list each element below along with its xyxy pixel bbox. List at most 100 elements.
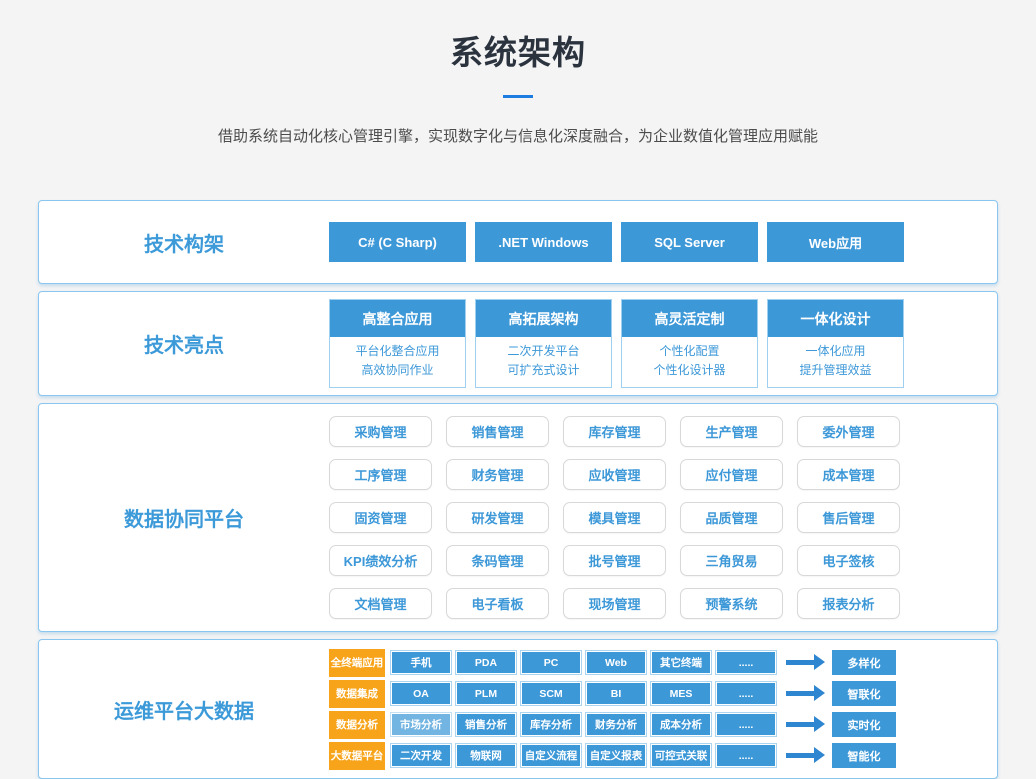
row-item: MES [651, 682, 711, 705]
module-chip: 销售管理 [446, 416, 549, 447]
section-bigdata: 运维平台大数据 全终端应用 手机 PDA PC Web 其它终端 ..... 多… [38, 639, 998, 779]
module-chip: 财务管理 [446, 459, 549, 490]
bigdata-row-integration: 数据集成 OA PLM SCM BI MES ..... 智联化 [329, 679, 896, 708]
section-highlights: 技术亮点 高整合应用 平台化整合应用 高效协同作业 高拓展架构 二次开发平台 可… [38, 291, 998, 396]
module-chip: 采购管理 [329, 416, 432, 447]
card-line: 平台化整合应用 [330, 342, 465, 361]
highlight-card: 高整合应用 平台化整合应用 高效协同作业 [329, 299, 466, 388]
card-header: 一体化设计 [768, 300, 903, 337]
module-grid: 采购管理 销售管理 库存管理 生产管理 委外管理 工序管理 财务管理 应收管理 … [329, 404, 900, 631]
module-chip: 工序管理 [329, 459, 432, 490]
row-result-label: 智联化 [832, 681, 896, 706]
module-chip: 模具管理 [563, 502, 666, 533]
row-item: 自定义流程 [521, 744, 581, 767]
module-chip: 电子签核 [797, 545, 900, 576]
row-result-label: 多样化 [832, 650, 896, 675]
bigdata-rows: 全终端应用 手机 PDA PC Web 其它终端 ..... 多样化 数据集成 … [329, 640, 896, 778]
card-header: 高整合应用 [330, 300, 465, 337]
module-chip: 生产管理 [680, 416, 783, 447]
bigdata-row-terminals: 全终端应用 手机 PDA PC Web 其它终端 ..... 多样化 [329, 648, 896, 677]
module-chip: 应付管理 [680, 459, 783, 490]
arrow-right-icon [786, 660, 814, 665]
row-item: BI [586, 682, 646, 705]
row-item-ellipsis: ..... [716, 682, 776, 705]
row-item: 库存分析 [521, 713, 581, 736]
card-line: 提升管理效益 [768, 361, 903, 380]
module-chip: 委外管理 [797, 416, 900, 447]
module-chip: KPI绩效分析 [329, 545, 432, 576]
module-chip: 文档管理 [329, 588, 432, 619]
row-item-ellipsis: ..... [716, 651, 776, 674]
module-chip: 现场管理 [563, 588, 666, 619]
section-platform: 数据协同平台 采购管理 销售管理 库存管理 生产管理 委外管理 工序管理 财务管… [38, 403, 998, 632]
row-category-label: 数据集成 [329, 680, 385, 708]
module-chip: 预警系统 [680, 588, 783, 619]
row-category-label: 全终端应用 [329, 649, 385, 677]
tech-item-sqlserver: SQL Server [621, 222, 758, 262]
row-result-label: 智能化 [832, 743, 896, 768]
card-line: 个性化配置 [622, 342, 757, 361]
row-item-ellipsis: ..... [716, 713, 776, 736]
tech-stack-items: C# (C Sharp) .NET Windows SQL Server Web… [329, 201, 904, 283]
row-item: 成本分析 [651, 713, 711, 736]
module-chip: 电子看板 [446, 588, 549, 619]
section-title-tech-stack: 技术构架 [39, 228, 329, 257]
module-chip: 成本管理 [797, 459, 900, 490]
row-category-label: 数据分析 [329, 711, 385, 739]
bigdata-row-analysis: 数据分析 市场分析 销售分析 库存分析 财务分析 成本分析 ..... 实时化 [329, 710, 896, 739]
page-header: 系统架构 借助系统自动化核心管理引擎，实现数字化与信息化深度融合，为企业数值化管… [0, 0, 1036, 146]
row-result-label: 实时化 [832, 712, 896, 737]
module-chip: 品质管理 [680, 502, 783, 533]
title-underline [503, 95, 533, 98]
module-chip: 条码管理 [446, 545, 549, 576]
section-title-bigdata: 运维平台大数据 [39, 695, 329, 724]
tech-item-web: Web应用 [767, 222, 904, 262]
bigdata-row-platform: 大数据平台 二次开发 物联网 自定义流程 自定义报表 可控式关联 ..... 智… [329, 741, 896, 770]
row-item: 手机 [391, 651, 451, 674]
card-line: 一体化应用 [768, 342, 903, 361]
row-item: PDA [456, 651, 516, 674]
highlight-cards: 高整合应用 平台化整合应用 高效协同作业 高拓展架构 二次开发平台 可扩充式设计… [329, 292, 904, 395]
section-title-platform: 数据协同平台 [39, 503, 329, 532]
module-chip: 研发管理 [446, 502, 549, 533]
arrow-right-icon [786, 722, 814, 727]
row-item-ellipsis: ..... [716, 744, 776, 767]
row-item: 市场分析 [391, 713, 451, 736]
section-tech-stack: 技术构架 C# (C Sharp) .NET Windows SQL Serve… [38, 200, 998, 284]
module-chip: 批号管理 [563, 545, 666, 576]
row-item: 财务分析 [586, 713, 646, 736]
card-header: 高灵活定制 [622, 300, 757, 337]
card-line: 个性化设计器 [622, 361, 757, 380]
tech-item-dotnet: .NET Windows [475, 222, 612, 262]
module-chip: 应收管理 [563, 459, 666, 490]
page-subtitle: 借助系统自动化核心管理引擎，实现数字化与信息化深度融合，为企业数值化管理应用赋能 [0, 125, 1036, 146]
card-header: 高拓展架构 [476, 300, 611, 337]
module-chip: 库存管理 [563, 416, 666, 447]
row-item: 二次开发 [391, 744, 451, 767]
arrow-right-icon [786, 691, 814, 696]
highlight-card: 高灵活定制 个性化配置 个性化设计器 [621, 299, 758, 388]
module-chip: 三角贸易 [680, 545, 783, 576]
row-item: Web [586, 651, 646, 674]
arrow-right-icon [786, 753, 814, 758]
row-item: 销售分析 [456, 713, 516, 736]
card-line: 二次开发平台 [476, 342, 611, 361]
module-chip: 售后管理 [797, 502, 900, 533]
row-item: 物联网 [456, 744, 516, 767]
row-item: PC [521, 651, 581, 674]
page-title: 系统架构 [0, 26, 1036, 74]
card-line: 可扩充式设计 [476, 361, 611, 380]
section-title-highlights: 技术亮点 [39, 329, 329, 358]
card-line: 高效协同作业 [330, 361, 465, 380]
row-item: 自定义报表 [586, 744, 646, 767]
row-item: PLM [456, 682, 516, 705]
row-item: 可控式关联 [651, 744, 711, 767]
row-item: OA [391, 682, 451, 705]
highlight-card: 一体化设计 一体化应用 提升管理效益 [767, 299, 904, 388]
row-item: SCM [521, 682, 581, 705]
highlight-card: 高拓展架构 二次开发平台 可扩充式设计 [475, 299, 612, 388]
module-chip: 固资管理 [329, 502, 432, 533]
row-category-label: 大数据平台 [329, 742, 385, 770]
tech-item-csharp: C# (C Sharp) [329, 222, 466, 262]
module-chip: 报表分析 [797, 588, 900, 619]
